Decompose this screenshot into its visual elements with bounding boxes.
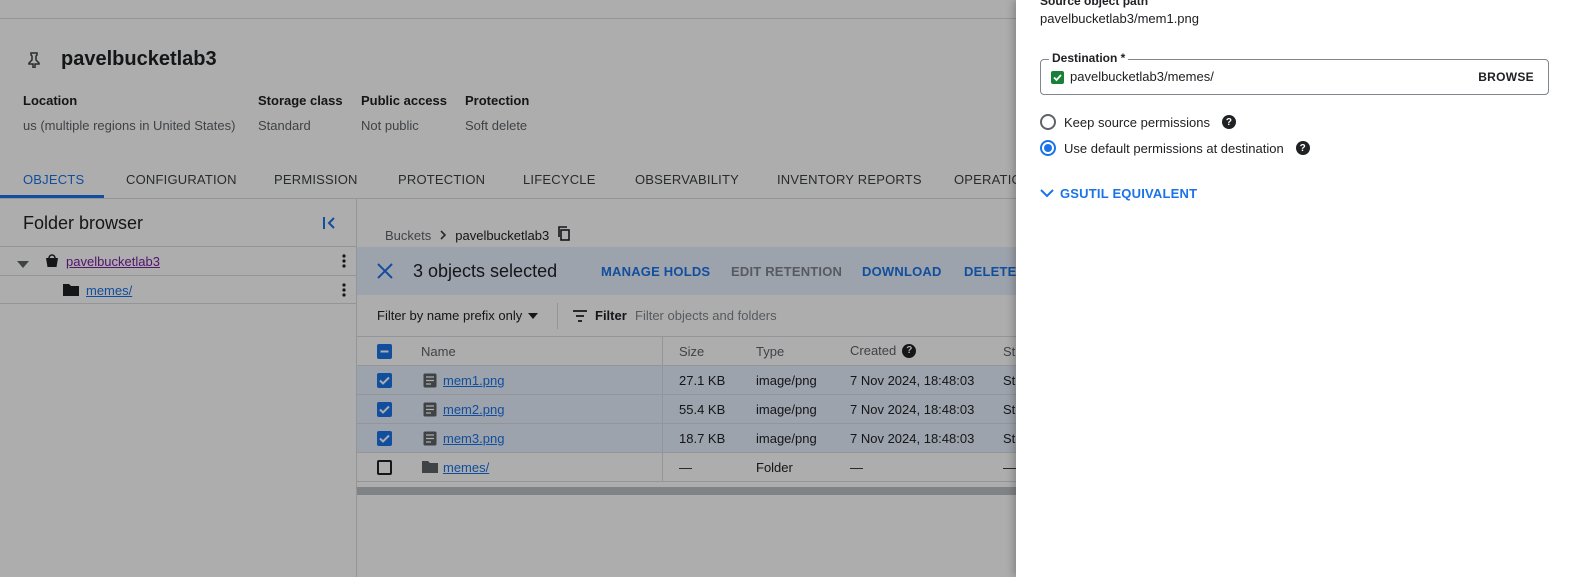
radio-label: Use default permissions at destination [1064, 140, 1284, 156]
chevron-down-icon [1040, 189, 1054, 198]
copy-object-panel: Source object path pavelbucketlab3/mem1.… [1016, 0, 1576, 577]
destination-input[interactable]: pavelbucketlab3/memes/ [1070, 69, 1214, 84]
browse-button[interactable]: BROWSE [1478, 70, 1534, 84]
destination-label: Destination * [1049, 51, 1129, 65]
help-icon[interactable]: ? [1295, 141, 1310, 155]
radio-keep-source[interactable] [1040, 114, 1056, 130]
source-path-value: pavelbucketlab3/mem1.png [1040, 11, 1199, 26]
gsutil-equivalent-toggle[interactable]: GSUTIL EQUIVALENT [1040, 186, 1197, 201]
help-icon[interactable]: ? [1221, 115, 1236, 129]
valid-check-icon [1051, 71, 1064, 84]
destination-field[interactable]: Destination * pavelbucketlab3/memes/ BRO… [1040, 51, 1549, 95]
default-permissions-option[interactable]: Use default permissions at destination ? [1040, 140, 1310, 156]
source-path-label: Source object path [1040, 0, 1149, 8]
gsutil-label: GSUTIL EQUIVALENT [1060, 186, 1198, 201]
keep-source-permissions-option[interactable]: Keep source permissions ? [1040, 114, 1236, 130]
radio-label: Keep source permissions [1064, 114, 1210, 130]
radio-default-permissions[interactable] [1040, 140, 1056, 156]
